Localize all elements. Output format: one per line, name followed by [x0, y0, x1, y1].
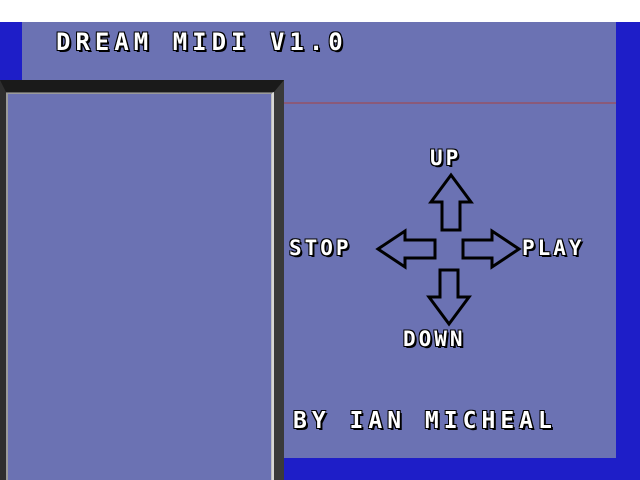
frame-right: [616, 22, 640, 480]
play-label[interactable]: PLAY: [522, 238, 585, 259]
down-label[interactable]: DOWN: [403, 329, 466, 350]
arrow-up-icon[interactable]: [428, 172, 474, 234]
midi-player-screen: DREAM MIDI V1.0 UP STOP PLAY DOWN BY IAN…: [0, 0, 640, 480]
arrow-left-icon[interactable]: [375, 228, 439, 270]
top-strip: [0, 0, 640, 22]
up-label[interactable]: UP: [430, 148, 461, 169]
song-list-inner: [6, 92, 274, 480]
stop-label[interactable]: STOP: [289, 238, 352, 259]
arrow-down-icon[interactable]: [426, 267, 472, 327]
arrow-right-icon[interactable]: [460, 228, 522, 270]
credit-text: BY IAN MICHEAL: [293, 408, 557, 434]
song-list-panel[interactable]: [0, 80, 284, 480]
divider-line: [284, 102, 616, 104]
app-title: DREAM MIDI V1.0: [56, 28, 348, 56]
